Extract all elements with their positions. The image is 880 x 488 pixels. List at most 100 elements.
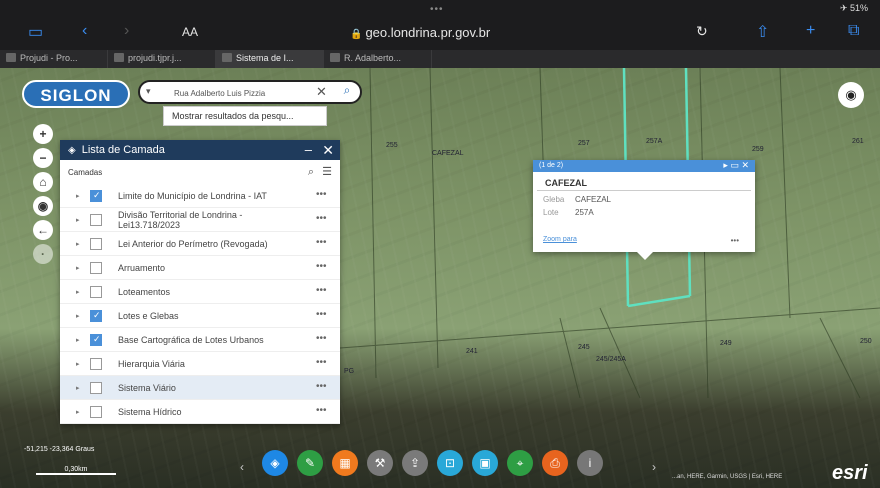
more-options-icon[interactable]: ••• (316, 237, 327, 248)
share-icon[interactable]: ⇪ (402, 450, 428, 476)
visibility-icon[interactable]: ◉ (838, 82, 864, 108)
parcel-label: 259 (752, 146, 764, 153)
app-logo[interactable]: SIGLON (22, 80, 130, 108)
search-input[interactable] (174, 85, 310, 101)
expand-icon[interactable]: ▸ (76, 288, 80, 296)
filter-icon[interactable]: ☰ (322, 165, 332, 178)
grid-icon[interactable]: ▦ (332, 450, 358, 476)
search-icon[interactable]: ⌕ (308, 166, 314, 179)
map-attribution: ...an, HERE, Garmin, USGS | Esri, HERE (672, 474, 783, 480)
sidebar-icon[interactable]: ▭ (28, 22, 43, 42)
chevron-left-icon[interactable]: ‹ (240, 460, 244, 474)
printer-icon[interactable]: ⎙ (542, 450, 568, 476)
favicon-icon (6, 53, 16, 62)
back-icon[interactable]: ‹ (82, 22, 87, 40)
forward-icon[interactable]: › (124, 22, 129, 40)
minimize-button[interactable]: – (305, 140, 312, 160)
share-icon[interactable]: ⇧ (756, 22, 769, 42)
layer-checkbox[interactable] (90, 310, 102, 322)
layer-row[interactable]: ▸ Base Cartográfica de Lotes Urbanos ••• (60, 328, 340, 352)
field-label: Gleba (543, 195, 565, 204)
layer-checkbox[interactable] (90, 286, 102, 298)
more-options-icon[interactable]: ••• (316, 213, 327, 224)
layer-checkbox[interactable] (90, 382, 102, 394)
layers-icon[interactable]: ◈ (262, 450, 288, 476)
reload-icon[interactable]: ↻ (696, 23, 708, 40)
chevron-right-icon[interactable]: › (652, 460, 656, 474)
expand-icon[interactable]: ▸ (76, 240, 80, 248)
layer-row[interactable]: ▸ Sistema Hídrico ••• (60, 400, 340, 424)
expand-icon[interactable]: ▸ (76, 408, 80, 416)
layer-checkbox[interactable] (90, 238, 102, 250)
layer-checkbox[interactable] (90, 262, 102, 274)
locate-icon[interactable]: ⌖ (507, 450, 533, 476)
layer-row[interactable]: ▸ Lotes e Glebas ••• (60, 304, 340, 328)
layer-row[interactable]: ▸ Limite do Município de Londrina - IAT ••… (60, 184, 340, 208)
new-tab-icon[interactable]: + (806, 22, 815, 40)
more-options-icon[interactable]: ••• (316, 309, 327, 320)
expand-icon[interactable]: ▸ (76, 312, 80, 320)
lock-icon: 🔒 (350, 29, 363, 40)
tab-2[interactable]: projudi.tjpr.j... (108, 50, 216, 68)
popup-more-button[interactable]: ••• (731, 236, 739, 245)
popup-header: (1 de 2) ▸ ▭ ✕ (533, 160, 755, 172)
search-suggestion[interactable]: Mostrar resultados da pesqu... (163, 106, 327, 126)
expand-icon[interactable]: ▸ (76, 360, 80, 368)
more-options-icon[interactable]: ••• (316, 189, 327, 200)
layer-checkbox[interactable] (90, 334, 102, 346)
more-options-icon[interactable]: ••• (316, 285, 327, 296)
more-options-icon[interactable]: ••• (316, 333, 327, 344)
clear-icon[interactable]: ✕ (316, 84, 327, 100)
layer-checkbox[interactable] (90, 406, 102, 418)
layer-label: Sistema Viário (118, 383, 176, 393)
parcel-label: 257 (578, 140, 590, 147)
more-options-icon[interactable]: ••• (316, 261, 327, 272)
tab-3[interactable]: Sistema de I... (216, 50, 324, 68)
address-bar[interactable]: 🔒 geo.londrina.pr.gov.br (350, 25, 490, 40)
expand-icon[interactable]: ▸ (76, 216, 80, 224)
layer-row[interactable]: ▸ Sistema Viário ••• (60, 376, 340, 400)
home-button[interactable]: ⌂ (33, 172, 53, 192)
tab-label: R. Adalberto... (344, 53, 402, 63)
tool-icon[interactable]: ⚒ (367, 450, 393, 476)
tab-1[interactable]: Projudi - Pro... (0, 50, 108, 68)
print-map-icon[interactable]: ▣ (472, 450, 498, 476)
expand-icon[interactable]: ▸ (76, 264, 80, 272)
tabs-icon[interactable]: ⧉ (848, 22, 859, 40)
tab-label: Projudi - Pro... (20, 53, 78, 63)
field-value: CAFEZAL (575, 195, 612, 204)
layer-row[interactable]: ▸ Lei Anterior do Perímetro (Revogada) ••• (60, 232, 340, 256)
search-icon[interactable]: ⌕ (336, 83, 358, 101)
layer-checkbox[interactable] (90, 190, 102, 202)
locate-button[interactable]: ◉ (33, 196, 53, 216)
parcel-label: PG (344, 368, 355, 375)
expand-icon[interactable]: ▸ (76, 336, 80, 344)
layer-row[interactable]: ▸ Loteamentos ••• (60, 280, 340, 304)
coordinate-readout: -51,215 -23,364 Graus (24, 446, 95, 453)
layer-row[interactable]: ▸ Hierarquia Viária ••• (60, 352, 340, 376)
expand-icon[interactable]: ▸ (76, 384, 80, 392)
popup-controls[interactable]: ▸ ▭ ✕ (723, 160, 749, 171)
multitask-dots[interactable]: ••• (430, 4, 444, 15)
more-options-icon[interactable]: ••• (316, 381, 327, 392)
zoom-out-button[interactable]: − (33, 148, 53, 168)
more-options-icon[interactable]: ••• (316, 405, 327, 416)
layer-row[interactable]: ▸ Arruamento ••• (60, 256, 340, 280)
frame-icon[interactable]: ⊡ (437, 450, 463, 476)
layer-checkbox[interactable] (90, 358, 102, 370)
tab-4[interactable]: R. Adalberto... (324, 50, 432, 68)
layer-checkbox[interactable] (90, 214, 102, 226)
popup-counter: (1 de 2) (539, 162, 564, 169)
text-size-button[interactable]: AA (182, 25, 198, 39)
more-options-icon[interactable]: ••• (316, 357, 327, 368)
layer-row[interactable]: ▸ Divisão Territorial de Londrina - Lei13… (60, 208, 340, 232)
back-button[interactable]: ← (33, 220, 53, 240)
expand-icon[interactable]: ▸ (76, 192, 80, 200)
zoom-in-button[interactable]: + (33, 124, 53, 144)
close-button[interactable]: ✕ (322, 140, 334, 160)
info-icon[interactable]: i (577, 450, 603, 476)
zoom-to-link[interactable]: Zoom para (543, 236, 577, 243)
draw-icon[interactable]: ✎ (297, 450, 323, 476)
feature-popup: (1 de 2) ▸ ▭ ✕ CAFEZAL Gleba CAFEZAL Lote… (533, 160, 755, 260)
source-dropdown[interactable]: ▾ (146, 86, 151, 97)
